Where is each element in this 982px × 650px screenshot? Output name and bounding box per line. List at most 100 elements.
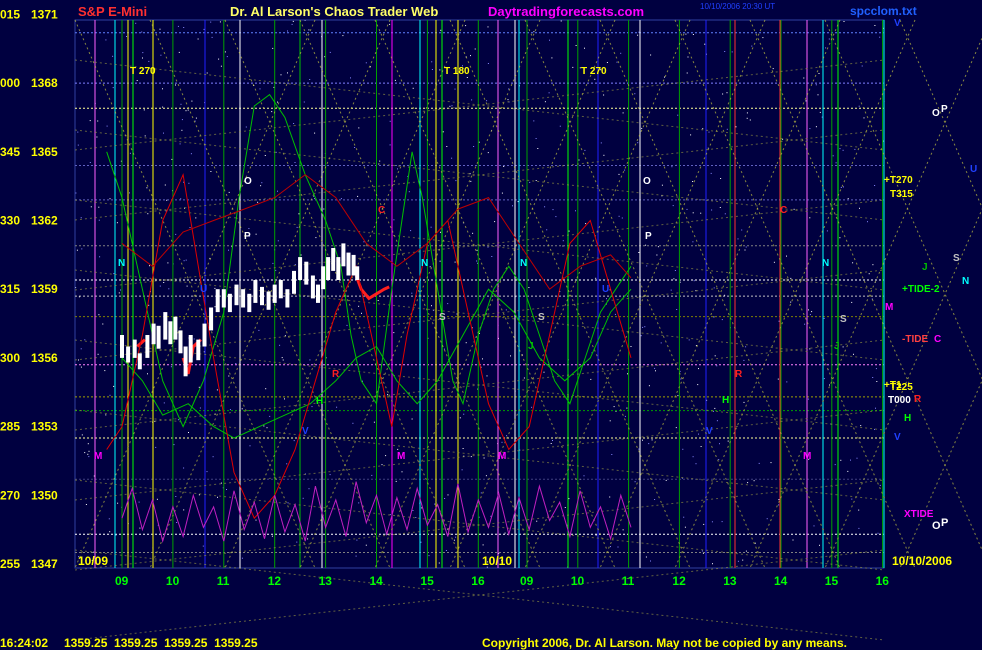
star-dot [651, 439, 653, 441]
star-dot [113, 273, 115, 275]
star-dot [147, 213, 149, 215]
star-dot [177, 419, 179, 421]
price-bar [188, 335, 193, 363]
star-dot [584, 47, 585, 49]
star-dot [190, 153, 192, 155]
y-tick-price: 1356 [31, 351, 58, 365]
star-dot [510, 355, 511, 357]
star-dot [219, 21, 221, 23]
star-dot [87, 443, 89, 445]
star-dot [248, 228, 250, 229]
star-dot [235, 363, 237, 364]
star-dot [543, 371, 545, 373]
star-dot [470, 55, 471, 57]
star-dot [618, 173, 620, 175]
star-dot [716, 420, 718, 422]
star-dot [98, 314, 100, 316]
star-dot [506, 435, 508, 437]
star-dot [309, 79, 311, 80]
cycle-marker-label: S [439, 312, 446, 323]
right-axis-label: T000 [888, 395, 911, 406]
star-dot [533, 120, 535, 122]
star-dot [537, 148, 539, 149]
star-dot [261, 182, 263, 184]
cycle-marker-label: U [602, 284, 609, 295]
price-bar [341, 243, 346, 267]
right-axis-label: S [953, 253, 960, 264]
star-dot [829, 384, 830, 386]
cycle-marker-label: M [498, 451, 506, 462]
y-tick-code: 015 [0, 7, 20, 21]
star-dot [277, 190, 278, 192]
x-tick-label: 16 [471, 574, 485, 588]
star-dot [616, 61, 618, 63]
star-dot [241, 557, 243, 559]
star-dot [293, 440, 295, 442]
star-dot [727, 440, 729, 442]
price-bar [145, 335, 150, 358]
star-dot [501, 192, 503, 194]
star-dot [719, 443, 720, 445]
price-bar [221, 289, 226, 308]
star-dot [163, 282, 165, 283]
star-dot [98, 206, 100, 208]
star-dot [528, 287, 530, 288]
x-tick-label: 12 [672, 574, 686, 588]
star-dot [170, 366, 172, 368]
star-dot [430, 226, 432, 228]
star-dot [872, 264, 874, 266]
star-dot [255, 519, 257, 521]
star-dot [650, 54, 652, 56]
star-dot [714, 355, 716, 357]
star-dot [420, 541, 422, 543]
star-dot [624, 415, 626, 417]
star-dot [627, 373, 628, 375]
star-dot [271, 535, 273, 537]
star-dot [737, 560, 739, 562]
status-time: 16:24:02 [0, 636, 49, 650]
star-dot [77, 131, 79, 133]
star-dot [329, 474, 331, 476]
star-dot [300, 254, 302, 256]
star-dot [159, 28, 161, 30]
star-dot [264, 155, 266, 156]
filename: spcclom.txt [850, 4, 917, 18]
star-dot [714, 407, 716, 409]
star-dot [722, 93, 724, 95]
star-dot [363, 241, 365, 243]
star-dot [657, 246, 659, 248]
site-link[interactable]: Daytradingforecasts.com [488, 4, 644, 19]
star-dot [638, 252, 640, 253]
price-bar [310, 275, 315, 299]
star-dot [664, 76, 665, 78]
y-tick-price: 1350 [31, 488, 58, 502]
star-dot [189, 227, 191, 228]
star-dot [698, 433, 699, 435]
price-bar [272, 284, 277, 303]
star-dot [724, 213, 726, 215]
star-dot [162, 106, 164, 108]
star-dot [560, 20, 562, 22]
star-dot [713, 410, 714, 412]
x-tick-label: 09 [115, 574, 129, 588]
star-dot [135, 22, 137, 24]
star-dot [389, 120, 391, 122]
star-dot [819, 111, 821, 113]
star-dot [766, 518, 768, 520]
star-dot [199, 407, 201, 409]
price-bar [355, 266, 360, 280]
star-dot [624, 169, 626, 171]
x-tick-label: 10 [571, 574, 585, 588]
star-dot [155, 446, 157, 448]
cycle-marker-label: V [302, 426, 309, 437]
star-dot [474, 48, 476, 50]
star-dot [440, 29, 442, 31]
star-dot [340, 198, 342, 200]
star-dot [859, 207, 860, 209]
star-dot [465, 25, 467, 27]
star-dot [544, 101, 546, 103]
star-dot [226, 56, 228, 58]
y-tick-code: 000 [0, 76, 20, 90]
star-dot [463, 413, 465, 415]
star-dot [162, 88, 163, 90]
